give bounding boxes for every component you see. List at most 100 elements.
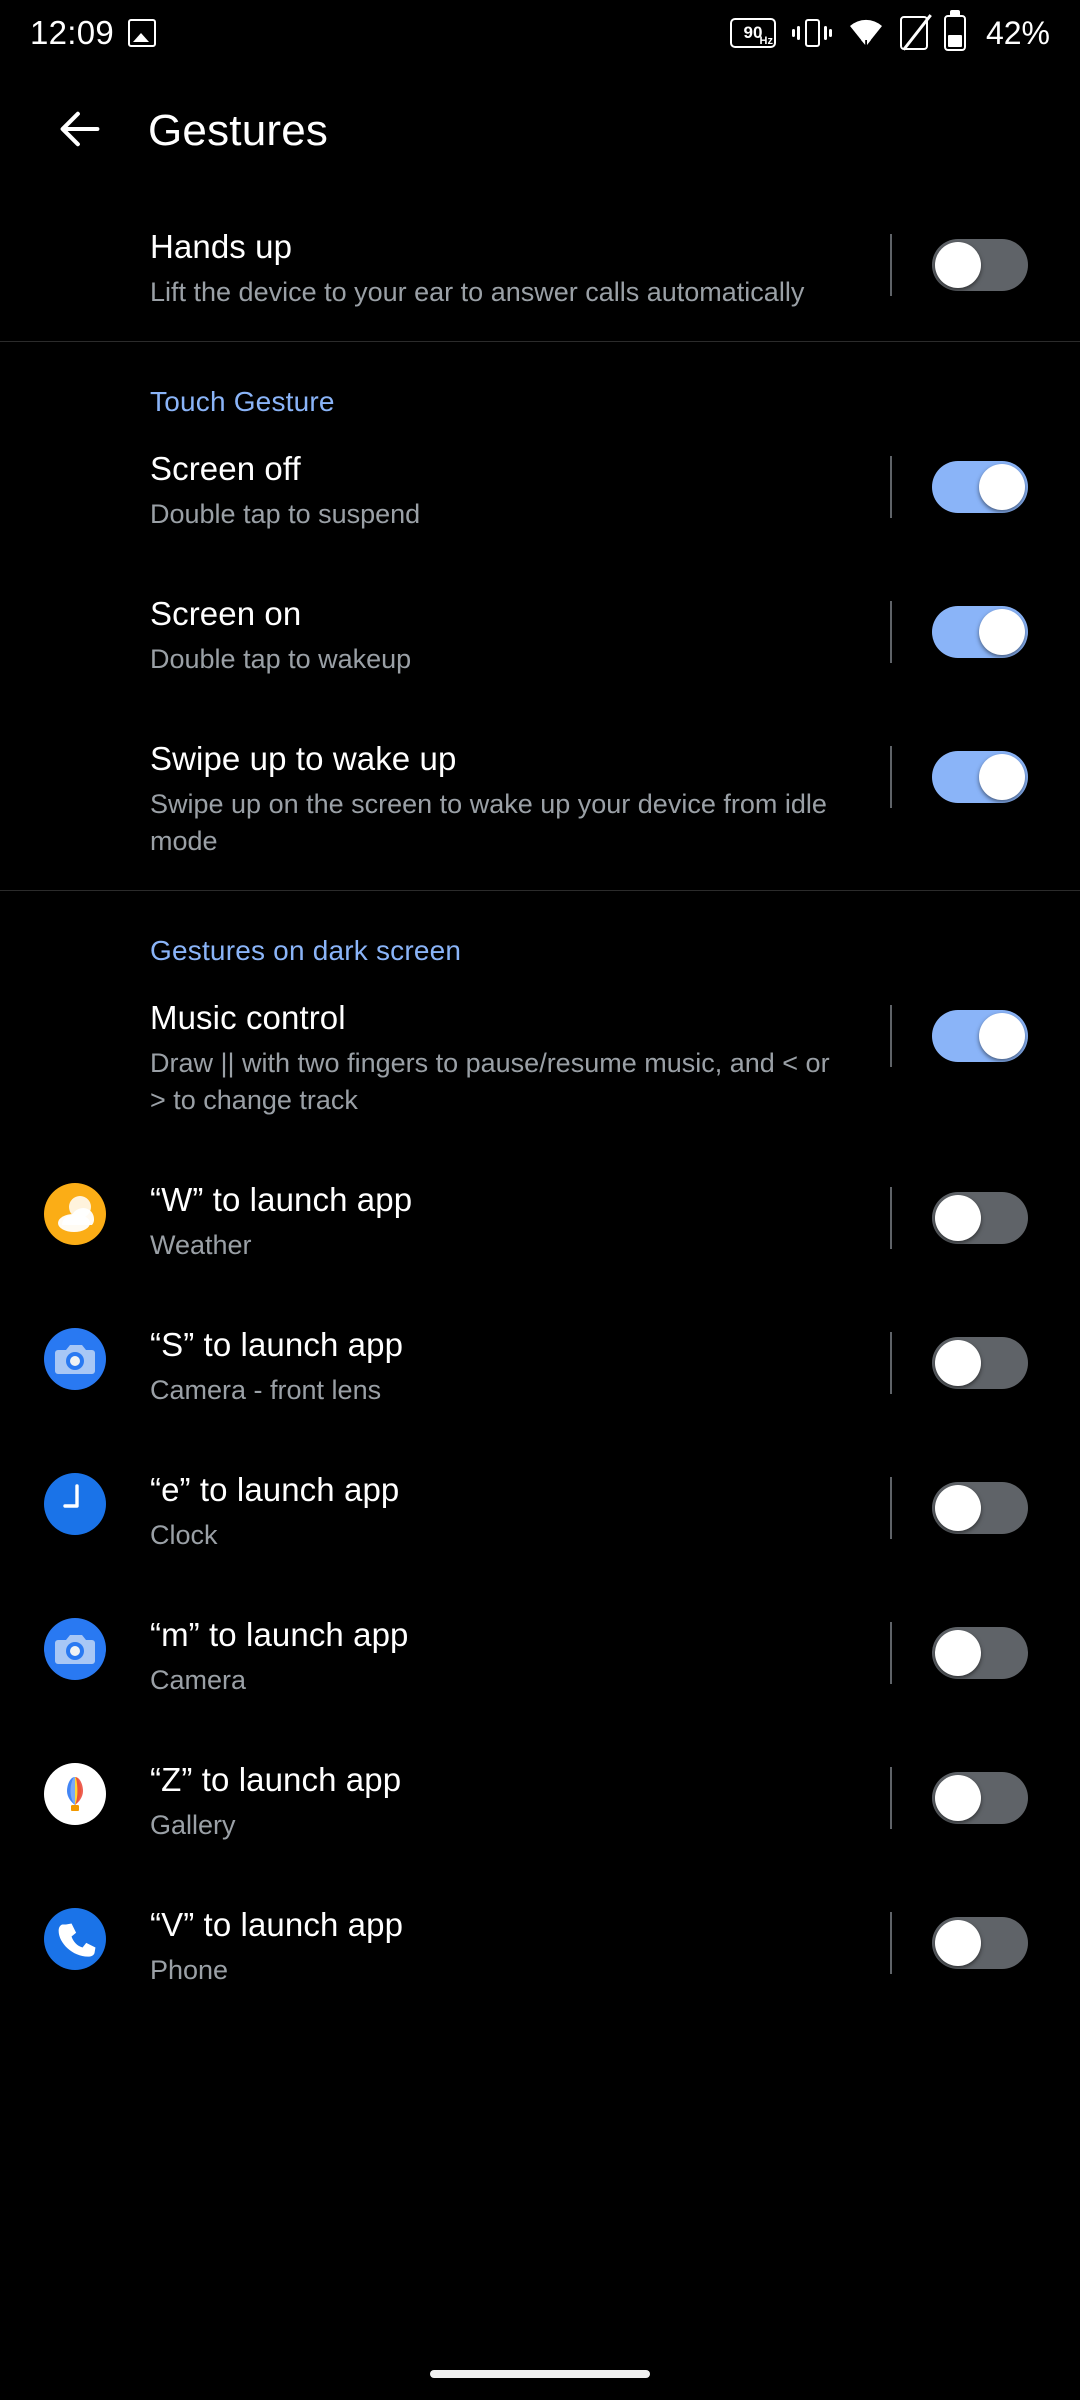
row-text: “V” to launch app Phone bbox=[150, 1904, 890, 1989]
row-icon-slot bbox=[0, 1179, 150, 1245]
gesture-nav-handle[interactable] bbox=[430, 2370, 650, 2378]
toggle-switch[interactable] bbox=[932, 1010, 1028, 1062]
clock-app-icon bbox=[44, 1473, 106, 1535]
toggle-knob bbox=[935, 1195, 981, 1241]
settings-row[interactable]: “W” to launch app Weather bbox=[0, 1149, 1080, 1294]
toggle-switch[interactable] bbox=[932, 1917, 1028, 1969]
settings-row[interactable]: “e” to launch app Clock bbox=[0, 1439, 1080, 1584]
control-separator bbox=[890, 746, 892, 808]
row-icon-slot bbox=[0, 738, 150, 742]
row-title: “e” to launch app bbox=[150, 1469, 870, 1511]
row-control bbox=[890, 1179, 1080, 1249]
status-clock: 12:09 bbox=[30, 14, 114, 52]
status-bar-left: 12:09 bbox=[30, 14, 156, 52]
settings-row[interactable]: Hands up Lift the device to your ear to a… bbox=[0, 196, 1080, 341]
row-title: “Z” to launch app bbox=[150, 1759, 870, 1801]
row-title: Hands up bbox=[150, 226, 870, 268]
row-control bbox=[890, 593, 1080, 663]
row-text: “m” to launch app Camera bbox=[150, 1614, 890, 1699]
toggle-switch[interactable] bbox=[932, 1337, 1028, 1389]
row-control bbox=[890, 1614, 1080, 1684]
row-icon-slot bbox=[0, 997, 150, 1001]
row-control bbox=[890, 738, 1080, 808]
row-control bbox=[890, 1904, 1080, 1974]
no-sim-icon bbox=[900, 16, 928, 50]
row-text: Screen off Double tap to suspend bbox=[150, 448, 890, 533]
row-summary: Double tap to suspend bbox=[150, 496, 840, 533]
toggle-switch[interactable] bbox=[932, 1772, 1028, 1824]
row-control bbox=[890, 1759, 1080, 1829]
toggle-knob bbox=[979, 1013, 1025, 1059]
control-separator bbox=[890, 601, 892, 663]
toggle-switch[interactable] bbox=[932, 1627, 1028, 1679]
row-text: “Z” to launch app Gallery bbox=[150, 1759, 890, 1844]
toggle-knob bbox=[935, 1630, 981, 1676]
weather-app-icon bbox=[44, 1183, 106, 1245]
row-title: “V” to launch app bbox=[150, 1904, 870, 1946]
settings-row[interactable]: “Z” to launch app Gallery bbox=[0, 1729, 1080, 1874]
control-separator bbox=[890, 1912, 892, 1974]
toggle-knob bbox=[935, 242, 981, 288]
back-button[interactable] bbox=[38, 89, 122, 173]
row-title: Screen off bbox=[150, 448, 870, 490]
toggle-knob bbox=[979, 754, 1025, 800]
section-header: Touch Gesture bbox=[0, 342, 1080, 418]
row-summary: Clock bbox=[150, 1517, 840, 1554]
toggle-switch[interactable] bbox=[932, 751, 1028, 803]
app-bar: Gestures bbox=[0, 66, 1080, 196]
camera-app-icon bbox=[44, 1618, 106, 1680]
row-control bbox=[890, 997, 1080, 1067]
row-control bbox=[890, 1469, 1080, 1539]
settings-list[interactable]: Hands up Lift the device to your ear to a… bbox=[0, 196, 1080, 2019]
row-icon-slot bbox=[0, 1324, 150, 1390]
row-icon-slot bbox=[0, 1904, 150, 1970]
row-text: Music control Draw || with two fingers to… bbox=[150, 997, 890, 1119]
90hz-unit-label: Hz bbox=[760, 28, 773, 54]
settings-row[interactable]: Screen on Double tap to wakeup bbox=[0, 563, 1080, 708]
row-icon-slot bbox=[0, 1614, 150, 1680]
row-summary: Camera bbox=[150, 1662, 840, 1699]
row-title: “W” to launch app bbox=[150, 1179, 870, 1221]
row-summary: Camera - front lens bbox=[150, 1372, 840, 1409]
row-summary: Draw || with two fingers to pause/resume… bbox=[150, 1045, 840, 1119]
toggle-knob bbox=[935, 1920, 981, 1966]
toggle-switch[interactable] bbox=[932, 1192, 1028, 1244]
row-control bbox=[890, 448, 1080, 518]
row-control bbox=[890, 226, 1080, 296]
row-summary: Double tap to wakeup bbox=[150, 641, 840, 678]
settings-row[interactable]: “V” to launch app Phone bbox=[0, 1874, 1080, 2019]
row-title: Music control bbox=[150, 997, 870, 1039]
row-control bbox=[890, 1324, 1080, 1394]
row-icon-slot bbox=[0, 1759, 150, 1825]
settings-section: Touch Gesture Screen off Double tap to sus… bbox=[0, 342, 1080, 890]
settings-row[interactable]: Screen off Double tap to suspend bbox=[0, 418, 1080, 563]
control-separator bbox=[890, 1767, 892, 1829]
settings-row[interactable]: “S” to launch appCamera - front lens bbox=[0, 1294, 1080, 1439]
row-text: Swipe up to wake upSwipe up on the scree… bbox=[150, 738, 890, 860]
row-text: Screen on Double tap to wakeup bbox=[150, 593, 890, 678]
camera-app-icon bbox=[44, 1328, 106, 1390]
toggle-switch[interactable] bbox=[932, 1482, 1028, 1534]
status-bar: 12:09 90Hz 42% bbox=[0, 0, 1080, 66]
toggle-switch[interactable] bbox=[932, 239, 1028, 291]
toggle-knob bbox=[979, 609, 1025, 655]
gallery-app-icon bbox=[44, 1763, 106, 1825]
settings-row[interactable]: “m” to launch app Camera bbox=[0, 1584, 1080, 1729]
control-separator bbox=[890, 1332, 892, 1394]
settings-row[interactable]: Swipe up to wake upSwipe up on the scree… bbox=[0, 708, 1080, 890]
settings-row[interactable]: Music control Draw || with two fingers to… bbox=[0, 967, 1080, 1149]
row-summary: Lift the device to your ear to answer ca… bbox=[150, 274, 840, 311]
row-summary: Phone bbox=[150, 1952, 840, 1989]
row-icon-slot bbox=[0, 226, 150, 230]
row-summary: Weather bbox=[150, 1227, 840, 1264]
wifi-icon bbox=[848, 18, 884, 48]
90hz-badge-icon: 90Hz bbox=[730, 18, 776, 48]
row-icon-slot bbox=[0, 593, 150, 597]
row-title: Swipe up to wake up bbox=[150, 738, 870, 780]
row-summary: Gallery bbox=[150, 1807, 840, 1844]
toggle-switch[interactable] bbox=[932, 461, 1028, 513]
row-title: “m” to launch app bbox=[150, 1614, 870, 1656]
row-text: “W” to launch app Weather bbox=[150, 1179, 890, 1264]
toggle-switch[interactable] bbox=[932, 606, 1028, 658]
row-title: Screen on bbox=[150, 593, 870, 635]
